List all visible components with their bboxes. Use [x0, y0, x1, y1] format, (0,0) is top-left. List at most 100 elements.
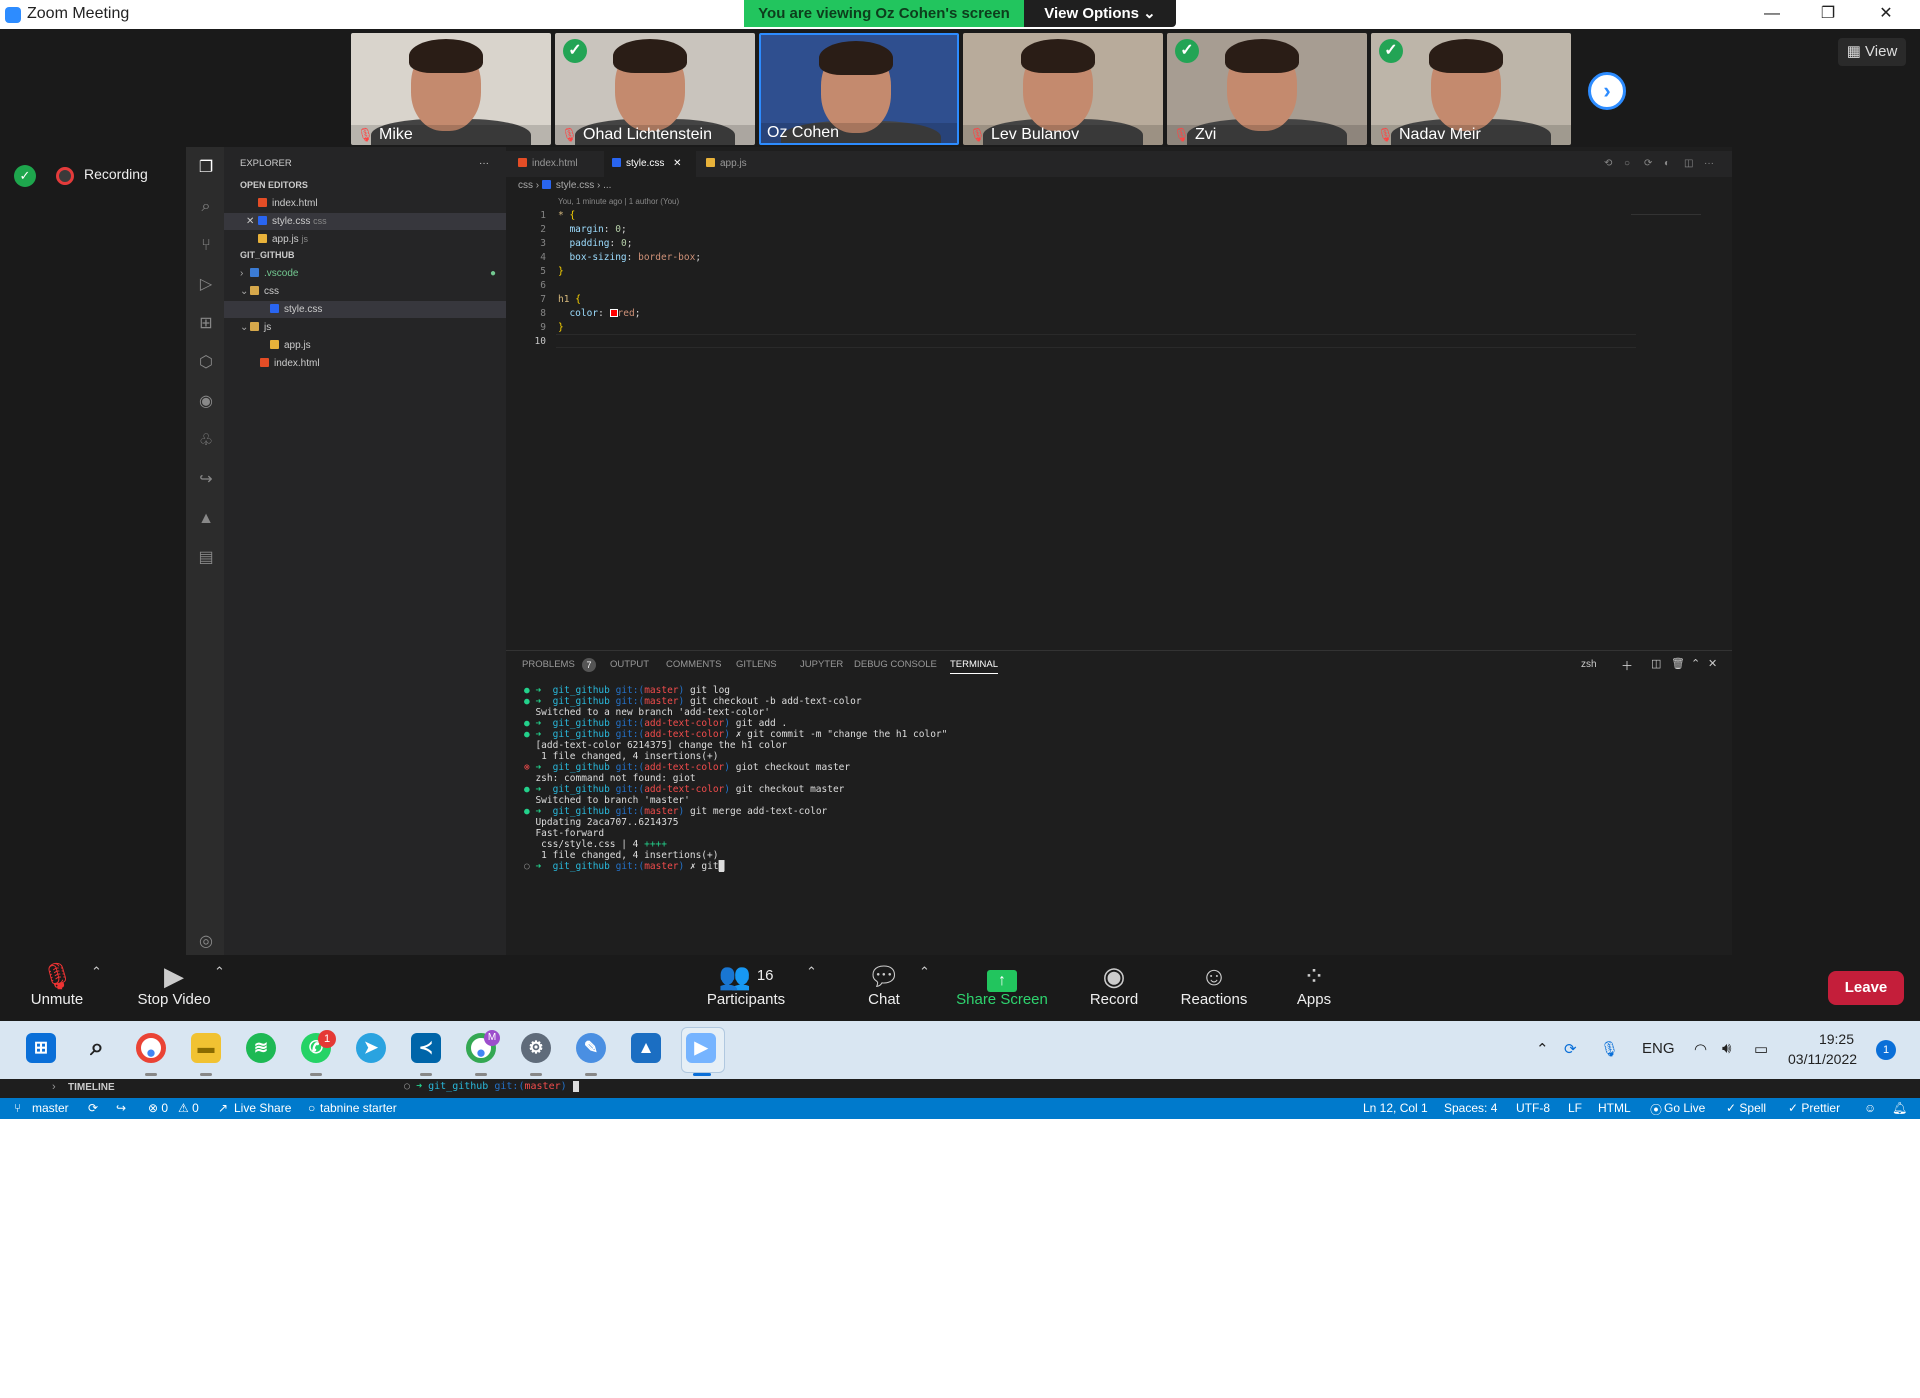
terminal-shell[interactable]: zsh: [1581, 659, 1597, 670]
participant-tile[interactable]: ✓ Nadav Meir 🎙︎: [1371, 33, 1571, 145]
editor-action-icon[interactable]: ◐: [1656, 151, 1670, 177]
photos-icon[interactable]: ▲: [631, 1033, 661, 1063]
encryption-shield-icon[interactable]: ✓: [14, 165, 36, 187]
close-button[interactable]: ✕: [1866, 0, 1906, 29]
tree-item[interactable]: › .vscode ●: [224, 265, 506, 282]
open-editor-item[interactable]: ✕ style.css css: [224, 213, 506, 230]
source-control-icon[interactable]: ⑂: [196, 236, 216, 256]
remote-explorer-icon[interactable]: ⬡: [196, 353, 216, 373]
panel-tab-output[interactable]: OUTPUT: [610, 659, 649, 670]
run-debug-icon[interactable]: ▷: [196, 275, 216, 295]
search-taskbar-icon[interactable]: ⌕: [82, 1033, 112, 1063]
audio-options-caret-icon[interactable]: ⌃: [91, 964, 102, 980]
notifications-badge[interactable]: 1: [1876, 1040, 1896, 1060]
apps-button[interactable]: ⁘ Apps: [1292, 961, 1336, 1008]
language-indicator[interactable]: ENG: [1642, 1040, 1675, 1057]
close-tab-icon[interactable]: ✕: [673, 158, 681, 169]
kill-terminal-icon[interactable]: 🗑: [1671, 657, 1685, 670]
search-icon[interactable]: ⌕: [196, 197, 216, 217]
new-terminal-icon[interactable]: ＋: [1621, 657, 1633, 674]
chevron-right-icon[interactable]: ›: [52, 1081, 56, 1093]
windows-start-icon[interactable]: ⊞: [26, 1033, 56, 1063]
tab-html[interactable]: index.html: [510, 151, 602, 177]
battery-icon[interactable]: ▭: [1754, 1040, 1768, 1058]
editor-action-icon[interactable]: ○: [1616, 151, 1630, 177]
show-hidden-icons-icon[interactable]: ⌃: [1536, 1040, 1549, 1058]
stop-video-button[interactable]: ▶ Stop Video: [134, 961, 214, 1008]
restore-button[interactable]: ❐: [1808, 0, 1848, 29]
share-screen-button[interactable]: ↑ Share Screen: [954, 961, 1050, 1008]
status-errors[interactable]: ⊗ 0: [148, 1101, 168, 1115]
color-swatch-icon[interactable]: [609, 309, 618, 317]
open-editors-header[interactable]: OPEN EDITORS: [224, 177, 506, 194]
tree-item[interactable]: index.html: [224, 355, 506, 372]
participants-button[interactable]: 👥 16 Participants: [702, 961, 790, 1008]
participant-tile[interactable]: ✓ Ohad Lichtenstein 🎙︎: [555, 33, 755, 145]
editor-action-icon[interactable]: ⟳: [1636, 151, 1652, 177]
clock-time[interactable]: 19:25: [1792, 1031, 1854, 1047]
code-editor[interactable]: css › style.css › ... You, 1 minute ago …: [506, 177, 1732, 647]
split-terminal-icon[interactable]: ◫: [1651, 657, 1661, 670]
participants-options-caret-icon[interactable]: ⌃: [806, 964, 817, 980]
notebook-icon[interactable]: ▤: [196, 548, 216, 568]
extensions-icon[interactable]: ⊞: [196, 314, 216, 334]
minimap[interactable]: [1631, 195, 1701, 215]
tab-js[interactable]: app.js: [698, 151, 782, 177]
participant-tile[interactable]: Oz Cohen: [759, 33, 959, 145]
workspace-header[interactable]: GIT_GITHUB: [224, 247, 506, 264]
close-editor-icon[interactable]: ✕: [246, 213, 254, 230]
wifi-icon[interactable]: ◠: [1694, 1040, 1707, 1058]
status-eol[interactable]: LF: [1568, 1101, 1582, 1115]
bell-icon[interactable]: 🔔︎: [1892, 1101, 1907, 1115]
volume-icon[interactable]: 🔊︎: [1722, 1040, 1731, 1057]
close-panel-icon[interactable]: ✕: [1708, 657, 1717, 670]
chrome-icon[interactable]: ●: [136, 1033, 166, 1063]
editor-action-icon[interactable]: ⟲: [1596, 151, 1612, 177]
status-position[interactable]: Ln 12, Col 1: [1363, 1101, 1428, 1115]
participant-tile[interactable]: Mike 🎙︎: [351, 33, 551, 145]
tree-item[interactable]: style.css: [224, 301, 506, 318]
status-warnings[interactable]: ⚠ 0: [178, 1101, 199, 1115]
telegram-icon[interactable]: ➤: [356, 1033, 386, 1063]
panel-tab-comments[interactable]: COMMENTS: [666, 659, 721, 670]
status-language[interactable]: HTML: [1598, 1101, 1631, 1115]
tree-item[interactable]: app.js: [224, 337, 506, 354]
panel-tab-gitlens[interactable]: GITLENS: [736, 659, 777, 670]
open-editor-item[interactable]: index.html: [224, 195, 506, 212]
video-options-caret-icon[interactable]: ⌃: [214, 964, 225, 980]
breadcrumb-folder[interactable]: css: [518, 180, 533, 191]
live-share-status-icon[interactable]: ↪: [116, 1101, 126, 1115]
status-branch[interactable]: master: [32, 1101, 69, 1115]
timeline-label[interactable]: TIMELINE: [68, 1082, 115, 1093]
tree-item[interactable]: ⌄ js: [224, 319, 506, 336]
chat-options-caret-icon[interactable]: ⌃: [919, 964, 930, 980]
status-live-share[interactable]: Live Share: [234, 1101, 291, 1115]
record-button[interactable]: ◉ Record: [1086, 961, 1142, 1008]
sync-icon[interactable]: ⟳: [1564, 1040, 1577, 1058]
panel-tab-problems[interactable]: PROBLEMS: [522, 659, 575, 670]
chat-button[interactable]: 💬︎ Chat: [864, 961, 904, 1008]
deploy-icon[interactable]: ▲: [196, 509, 216, 529]
status-go-live[interactable]: Go Live: [1664, 1101, 1705, 1115]
participant-tile[interactable]: Lev Bulanov 🎙︎: [963, 33, 1163, 145]
editor-action-icon[interactable]: ◫: [1676, 151, 1693, 177]
leave-button[interactable]: Leave: [1828, 971, 1904, 1005]
panel-tab-debug-console[interactable]: DEBUG CONSOLE: [854, 659, 937, 670]
explorer-icon[interactable]: ❐: [196, 158, 216, 178]
status-spaces[interactable]: Spaces: 4: [1444, 1101, 1497, 1115]
microphone-tray-icon[interactable]: 🎙︎: [1600, 1040, 1619, 1058]
open-editor-item[interactable]: app.js js: [224, 231, 506, 248]
status-encoding[interactable]: UTF-8: [1516, 1101, 1550, 1115]
live-share-icon[interactable]: ↪: [196, 470, 216, 490]
spotify-icon[interactable]: ≋: [246, 1033, 276, 1063]
sync-status-icon[interactable]: ⟳: [88, 1101, 98, 1115]
status-spell[interactable]: ✓ Spell: [1726, 1101, 1766, 1115]
panel-tab-jupyter[interactable]: JUPYTER: [800, 659, 843, 670]
gitlens-icon[interactable]: ◉: [196, 392, 216, 412]
file-explorer-icon[interactable]: ▬: [191, 1033, 221, 1063]
status-tabnine[interactable]: tabnine starter: [320, 1101, 397, 1115]
feedback-icon[interactable]: ☺: [1864, 1101, 1876, 1115]
tree-icon[interactable]: ♧: [196, 431, 216, 451]
status-prettier[interactable]: ✓ Prettier: [1788, 1101, 1840, 1115]
tree-item[interactable]: ⌄ css: [224, 283, 506, 300]
